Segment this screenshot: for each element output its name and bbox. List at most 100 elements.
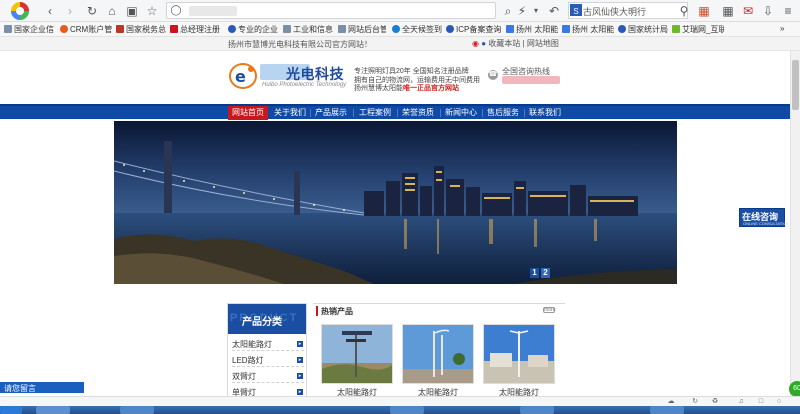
main-nav: 网站首页 关于我们 产品展示 工程案例 荣誉资质 新闻中心 售后服务 联系我们 xyxy=(0,104,790,120)
search-box[interactable]: S 古风仙侠大明行 xyxy=(568,2,688,19)
bookmarks-bar: 国家企业信 CRM账户管 国家税务总 总经理注册 专业的企业 工业和信息 网站后… xyxy=(0,22,800,37)
bookmark-item[interactable]: ICP备案查询 xyxy=(446,24,501,35)
nav-honors[interactable]: 荣誉资质 xyxy=(399,106,437,120)
bookmark-item[interactable]: 总经理注册 xyxy=(170,24,222,35)
nav-cases[interactable]: 工程案例 xyxy=(356,106,394,120)
apps-icon[interactable]: ▦ xyxy=(696,3,712,19)
taskbar-app[interactable] xyxy=(120,406,154,414)
back-icon[interactable]: ‹ xyxy=(42,3,58,19)
more-button[interactable]: more xyxy=(543,307,555,313)
zoom-level-icon[interactable]: ○ xyxy=(774,397,784,406)
weibo-icon[interactable]: ◉ xyxy=(472,39,479,48)
tax-icon xyxy=(116,25,124,33)
nav-separator xyxy=(310,109,311,117)
globe-icon xyxy=(228,25,236,33)
dropdown-icon[interactable]: ▾ xyxy=(528,3,544,19)
home-icon[interactable]: ⌂ xyxy=(104,3,120,19)
bookmark-sitemap-links[interactable]: 收藏本站 | 网站地图 xyxy=(488,39,559,48)
bookmark-item[interactable]: 国家企业信 xyxy=(4,24,56,35)
product-card[interactable] xyxy=(402,324,474,384)
taskbar-app[interactable] xyxy=(520,406,554,414)
scrollbar-thumb[interactable] xyxy=(792,60,799,110)
favorite-star-icon[interactable]: ☆ xyxy=(144,3,160,19)
nav-about[interactable]: 关于我们 xyxy=(271,106,309,120)
page-icon xyxy=(4,25,12,33)
refresh-icon[interactable]: ↻ xyxy=(84,3,100,19)
address-bar[interactable]: ◯ xyxy=(166,2,496,19)
nav-service[interactable]: 售后服务 xyxy=(484,106,522,120)
company-logo-icon[interactable]: e xyxy=(228,62,258,90)
hot-products-title: 热销产品 xyxy=(321,307,353,316)
snowflake-icon xyxy=(506,25,514,33)
window-icon[interactable]: □ xyxy=(756,397,766,406)
address-url-blurred xyxy=(189,6,237,16)
arrow-right-icon: ▸ xyxy=(297,357,303,363)
mail-icon[interactable]: ✉ xyxy=(740,3,756,19)
bookmark-item[interactable]: 工业和信息 xyxy=(283,24,333,35)
page-icon xyxy=(170,25,178,33)
page-icon xyxy=(283,25,291,33)
nav-products[interactable]: 产品展示 xyxy=(312,106,350,120)
back-to-page-icon[interactable]: ↶ xyxy=(546,3,562,19)
sync-icon[interactable]: ↻ xyxy=(690,397,700,406)
speed-badge[interactable]: 60 xyxy=(789,381,800,397)
taskbar-app[interactable] xyxy=(650,406,684,414)
library-icon[interactable]: ▣ xyxy=(124,3,140,19)
nav-contact[interactable]: 联系我们 xyxy=(526,106,564,120)
bookmark-item[interactable]: 网站后台管 xyxy=(338,24,386,35)
taskbar-app[interactable] xyxy=(390,406,424,414)
banner-page-2[interactable]: 2 xyxy=(541,268,550,278)
arrow-right-icon: ▸ xyxy=(297,373,303,379)
bookmark-item[interactable]: 艾瑞网_互联 xyxy=(672,24,724,35)
extension-icon[interactable]: ▦ xyxy=(720,3,736,19)
leave-message-tab[interactable]: 请您留言 xyxy=(0,382,84,393)
trash-icon[interactable]: ♻ xyxy=(710,397,720,406)
globe-icon xyxy=(618,25,626,33)
sound-icon[interactable]: ♫ xyxy=(736,397,746,406)
category-item[interactable]: 双臂灯 ▸ xyxy=(232,371,304,383)
browser-toolbar: ‹ › ↻ ⌂ ▣ ☆ ◯ ⌕ ⚡ ▾ ↶ S 古风仙侠大明行 ⚲ ▦ ▦ ✉ … xyxy=(0,0,800,22)
nav-news[interactable]: 新闻中心 xyxy=(442,106,480,120)
page-icon xyxy=(338,25,346,33)
start-button[interactable] xyxy=(0,406,22,414)
globe-icon xyxy=(446,25,454,33)
category-item[interactable]: 太阳能路灯 ▸ xyxy=(232,339,304,351)
banner-page-1[interactable]: 1 xyxy=(530,268,539,278)
os-taskbar xyxy=(0,406,800,414)
welcome-text: 扬州市慧博光电科技有限公司官方网站！ xyxy=(228,40,372,49)
leaf-icon xyxy=(672,25,680,33)
bookmark-item[interactable]: 扬州 太阳能 xyxy=(562,24,614,35)
more-bookmarks-icon[interactable]: » xyxy=(780,24,792,35)
online-consult-button[interactable]: 在线咨询 ONLINE CONSULTATION xyxy=(739,208,789,227)
menu-icon[interactable]: ≡ xyxy=(780,3,796,19)
bookmark-item[interactable]: CRM账户管 xyxy=(60,24,112,35)
nav-separator xyxy=(353,109,354,117)
download-icon[interactable]: ⇩ xyxy=(760,3,776,19)
bookmark-item[interactable]: 全天候签到 xyxy=(392,24,442,35)
search-go-icon[interactable]: ⚲ xyxy=(676,3,692,19)
search-text: 古风仙侠大明行 xyxy=(583,7,647,17)
nav-home[interactable]: 网站首页 xyxy=(228,106,268,120)
taskbar-app[interactable] xyxy=(36,406,70,414)
cloud-icon[interactable]: ☁ xyxy=(666,397,676,406)
city-night-photo xyxy=(114,121,677,284)
crm-icon xyxy=(60,25,68,33)
qq-icon[interactable]: ● xyxy=(481,39,486,48)
forward-icon[interactable]: › xyxy=(62,3,78,19)
category-item[interactable]: LED路灯 ▸ xyxy=(232,355,304,367)
bookmark-item[interactable]: 扬州 太阳能 xyxy=(506,24,558,35)
street-light-photo xyxy=(322,325,392,383)
product-card[interactable] xyxy=(321,324,393,384)
hero-banner[interactable] xyxy=(114,121,677,284)
nav-separator xyxy=(440,109,441,117)
bookmark-item[interactable]: 国家税务总 xyxy=(116,24,166,35)
brand-name: 光电科技 xyxy=(286,66,344,82)
bookmark-item[interactable]: 专业的企业 xyxy=(228,24,278,35)
bookmark-item[interactable]: 国家统计局 xyxy=(618,24,668,35)
product-card[interactable] xyxy=(483,324,555,384)
slogan-line: 专注照明灯具20年 全国知名注册品牌 xyxy=(354,68,469,75)
phone-icon: ☎ xyxy=(488,70,498,80)
browser-logo-icon[interactable] xyxy=(8,0,32,22)
brand-subtitle: Huibo Photoelectric Technology xyxy=(262,82,347,88)
slogan-line: 拥有自己的物流网，运输费用无中间费用 xyxy=(354,76,480,84)
